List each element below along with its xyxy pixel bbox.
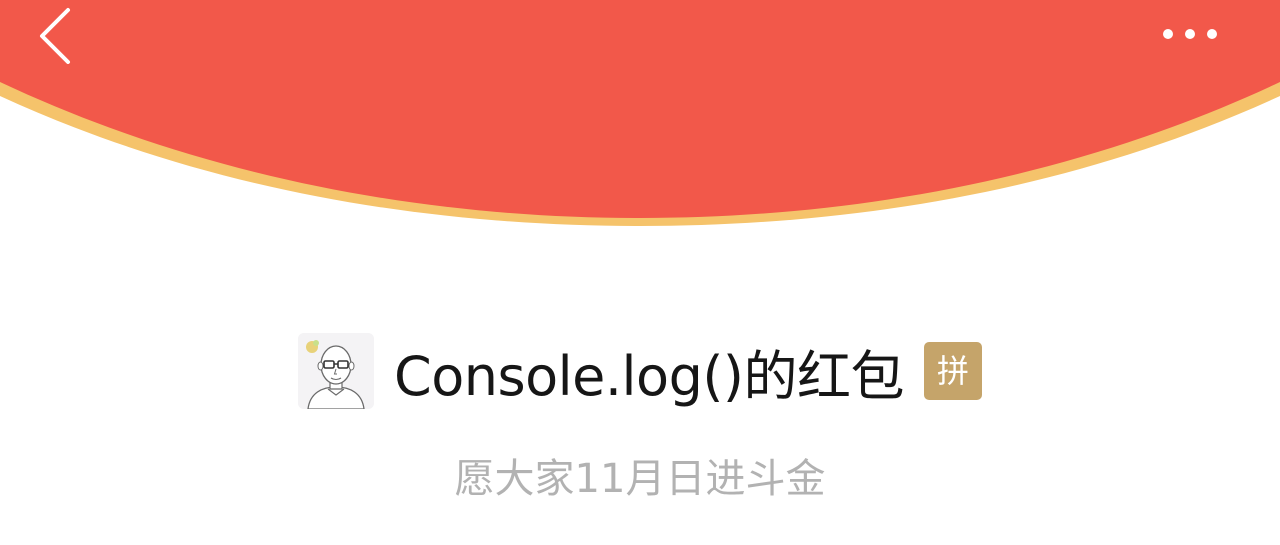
sender-title-row: Console.log()的红包 拼 <box>0 330 1280 412</box>
red-packet-title: Console.log()的红包 <box>394 344 904 408</box>
group-packet-badge: 拼 <box>923 342 982 400</box>
red-packet-greeting: 愿大家11月日进斗金 <box>454 456 826 502</box>
chevron-left-icon <box>40 8 70 64</box>
red-packet-banner <box>0 0 1280 226</box>
avatar-portrait-icon <box>298 333 374 409</box>
red-packet-page: Console.log()的红包 拼 愿大家11月日进斗金 <box>0 0 1280 545</box>
back-button[interactable] <box>30 4 90 64</box>
more-options-button[interactable] <box>1150 14 1230 54</box>
sender-avatar[interactable] <box>298 333 374 409</box>
more-dots-icon <box>1163 29 1217 39</box>
